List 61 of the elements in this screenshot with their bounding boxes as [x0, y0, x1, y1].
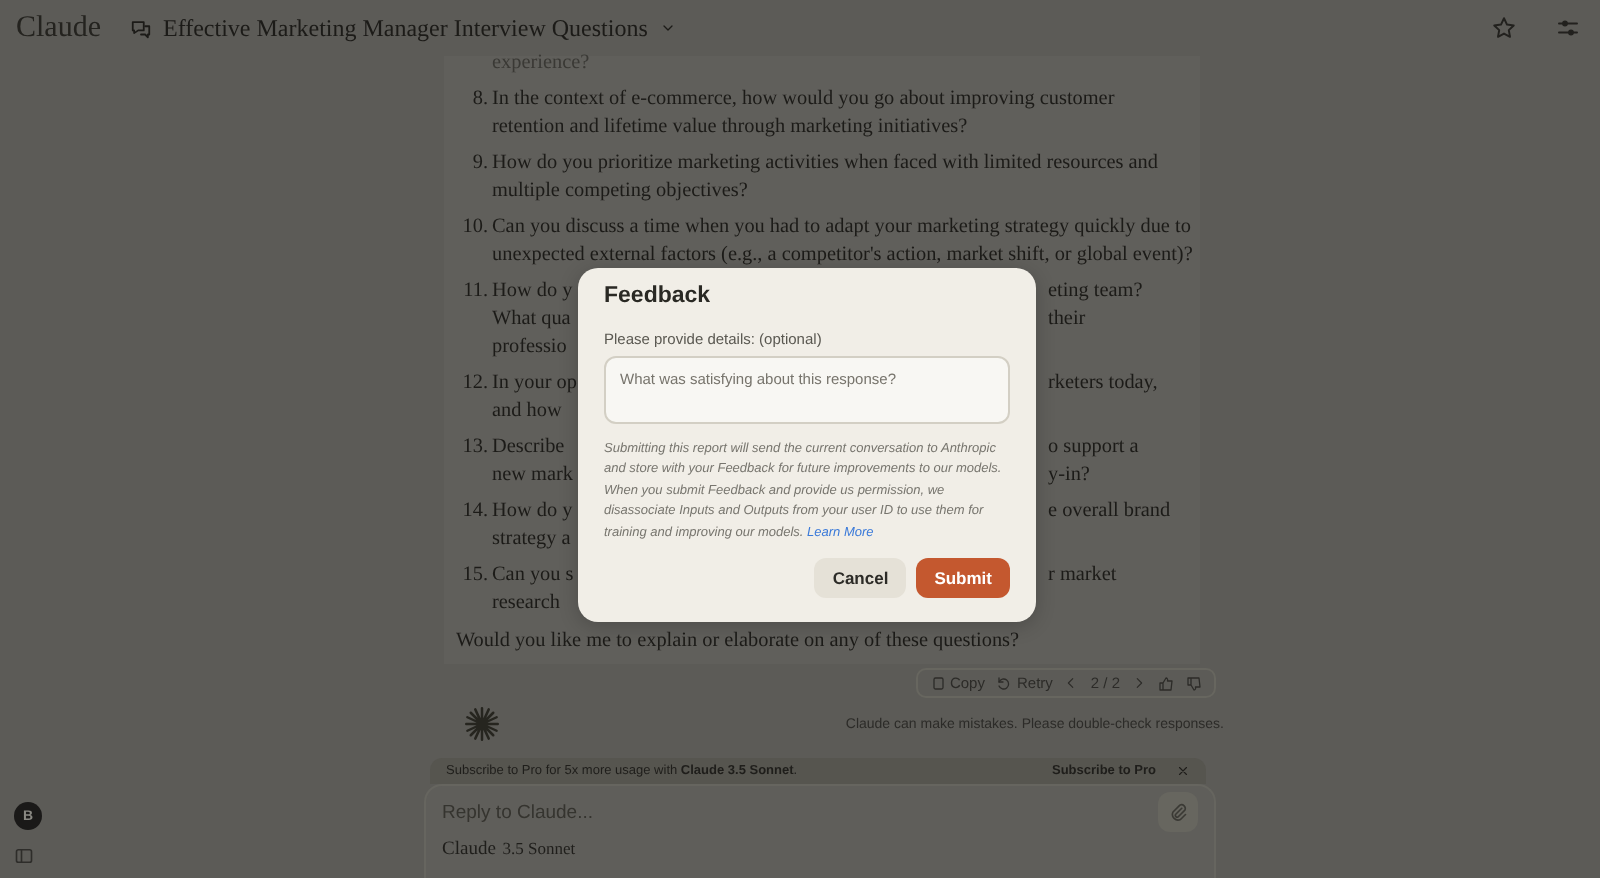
submit-button[interactable]: Submit: [916, 558, 1010, 598]
sidebar-toggle-button[interactable]: [14, 846, 34, 866]
chevron-left-icon: [1064, 676, 1079, 690]
question-text: y-in?: [1048, 462, 1090, 490]
closing-text: Would you like me to explain or elaborate on any of these questions?: [454, 628, 1022, 656]
question-text: eting team?: [1048, 278, 1143, 306]
copy-icon: [929, 675, 946, 691]
dialog-title: Feedback: [604, 284, 713, 308]
sidebar-icon: [14, 846, 34, 866]
question-text: e overall brand: [1048, 498, 1171, 526]
list-number: 9.: [470, 150, 488, 178]
next-button[interactable]: [1132, 676, 1146, 690]
chevron-down-icon: [659, 20, 676, 36]
question-text: new mark: [492, 462, 573, 490]
question-text: How do y: [492, 278, 573, 306]
thumbs-down-icon: [1186, 675, 1202, 691]
close-icon: [1176, 764, 1190, 778]
list-number: 10.: [460, 214, 488, 242]
question-text: How do you prioritize marketing activities when faced with limited resources and: [492, 152, 1158, 174]
question-text: retention and lifetime value through marketing initiatives?: [492, 116, 968, 138]
question-text: unexpected external factors (e.g., a competitor's action, market shift, or global event)?: [492, 244, 1193, 266]
question-text: In your op: [492, 370, 577, 398]
question-text: their: [1048, 306, 1086, 334]
list-number: 13.: [460, 434, 488, 462]
question-text: strategy a: [492, 528, 571, 550]
previous-button[interactable]: [1064, 676, 1079, 690]
thumbs-up-button[interactable]: [1158, 675, 1174, 691]
star-icon: [1492, 16, 1516, 40]
question-text: Can you discuss a time when you had to adapt your marketing strategy quickly due to: [492, 216, 1191, 238]
app-logo[interactable]: Claude: [16, 11, 101, 45]
sliders-icon: [1556, 16, 1580, 40]
list-number: 8.: [470, 86, 488, 114]
question-text: Describe: [492, 434, 565, 462]
question-text: o support a: [1048, 434, 1139, 462]
retry-icon: [996, 675, 1013, 691]
thumbs-down-button[interactable]: [1186, 675, 1202, 691]
question-text: r market: [1048, 562, 1117, 590]
question-text: rketers today,: [1048, 370, 1158, 398]
conversation-title[interactable]: Effective Marketing Manager Interview Questions: [163, 13, 648, 43]
cancel-button[interactable]: Cancel: [814, 558, 907, 598]
question-text: and how: [492, 400, 562, 422]
question-text: What qua: [492, 306, 571, 334]
question-text: professio: [492, 336, 567, 358]
list-number: 15.: [460, 562, 488, 590]
asterisk-logo-icon: [464, 706, 500, 742]
question-text: multiple competing objectives?: [492, 180, 748, 202]
chat-bubbles-icon: [129, 17, 151, 39]
question-text: How do y: [492, 498, 573, 526]
question-text: Can you s: [492, 562, 574, 590]
list-number: 12.: [460, 370, 488, 398]
star-button[interactable]: [1488, 12, 1520, 44]
list-number: 14.: [460, 498, 488, 526]
attach-button[interactable]: [1158, 792, 1198, 832]
paperclip-icon: [1168, 802, 1188, 822]
model-selector[interactable]: Claude 3.5 Sonnet: [442, 834, 576, 862]
list-number: 11.: [461, 278, 488, 306]
thumbs-up-icon: [1158, 675, 1174, 691]
chevron-right-icon: [1132, 676, 1146, 690]
close-button[interactable]: [1176, 764, 1190, 778]
question-text: research: [492, 592, 560, 614]
question-text: In the context of e-commerce, how would you go about improving customer: [492, 88, 1115, 110]
